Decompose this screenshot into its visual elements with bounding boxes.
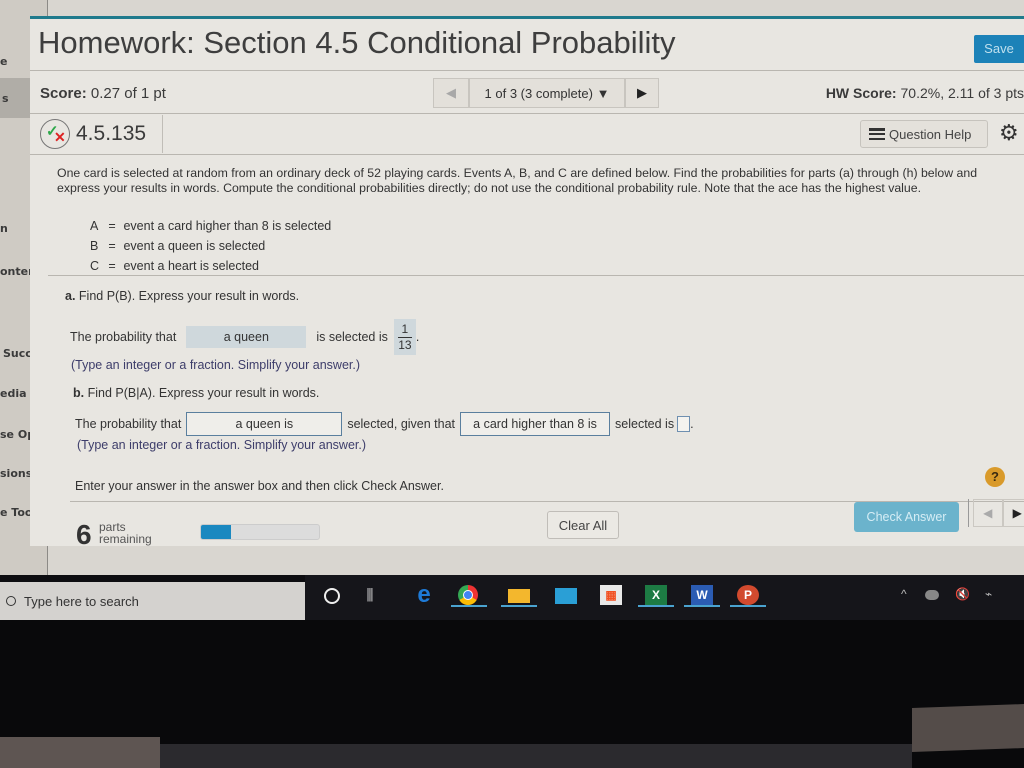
event-row: C = event a heart is selected	[90, 259, 259, 273]
score-label: Score:	[40, 85, 87, 102]
hw-score-value: 70.2%, 2.11 of 3 pts	[900, 85, 1024, 101]
progress-bar	[200, 524, 320, 540]
part-b-hint: (Type an integer or a fraction. Simplify…	[77, 438, 367, 452]
triangle-right-icon: ▶	[637, 85, 647, 100]
divider	[30, 154, 1024, 155]
search-icon	[6, 596, 16, 606]
part-a-fraction-answer[interactable]: 1 13	[393, 319, 416, 355]
taskbar-search[interactable]: Type here to search	[0, 582, 305, 620]
divider	[48, 275, 1024, 276]
tray-chevron-icon[interactable]: ^	[901, 587, 907, 601]
score: Score: 0.27 of 1 pt	[40, 85, 166, 102]
file-explorer-icon[interactable]	[508, 589, 530, 603]
save-button[interactable]: Save	[974, 35, 1024, 63]
next-question-button[interactable]: ▶	[625, 78, 659, 108]
sidebar-item[interactable]: e	[0, 55, 7, 68]
divider	[162, 115, 163, 153]
active-indicator	[730, 605, 766, 607]
screen: e s n ontents Success edia Librar se Opt…	[0, 0, 1024, 768]
help-icon[interactable]: ?	[985, 467, 1005, 487]
parts-remaining-count: 6	[76, 519, 92, 550]
store-icon[interactable]: ▦	[600, 585, 622, 605]
mail-icon[interactable]	[555, 588, 577, 604]
parts-remaining-label: parts remaining	[99, 520, 152, 546]
divider	[30, 70, 1024, 71]
next-button[interactable]: ▶	[1002, 499, 1024, 527]
event-row: B = event a queen is selected	[90, 239, 266, 253]
score-value: 0.27 of 1 pt	[90, 85, 166, 102]
question-help-label: Question Help	[889, 126, 972, 142]
task-view-icon[interactable]: ⫼	[359, 585, 381, 605]
part-b-phrase-input-2[interactable]: a card higher than 8 is	[460, 412, 611, 436]
excel-icon[interactable]: X	[645, 585, 667, 605]
clear-all-button[interactable]: Clear All	[547, 511, 619, 539]
network-icon[interactable]: ⌁	[985, 587, 992, 601]
dropdown-arrow-icon: ▼	[596, 85, 610, 101]
taskbar: ⫼ e ▦ X W P ^ 🔇 ⌁	[305, 575, 1024, 620]
cortana-icon[interactable]	[324, 588, 340, 604]
volume-muted-icon[interactable]: 🔇	[955, 587, 970, 601]
part-b-prompt: b. Find P(B|A). Express your result in w…	[73, 386, 320, 400]
denominator: 13	[398, 337, 412, 352]
active-indicator	[638, 605, 674, 607]
page-title: Homework: Section 4.5 Conditional Probab…	[38, 25, 676, 60]
part-b-answer-line: The probability that a queen is selected…	[75, 412, 694, 436]
homework-panel: Homework: Section 4.5 Conditional Probab…	[30, 16, 1024, 550]
desk	[160, 744, 912, 768]
event-definitions: A = event a card higher than 8 is selecte…	[90, 216, 331, 276]
instruction-text: Enter your answer in the answer box and …	[75, 479, 444, 493]
divider	[30, 113, 1024, 114]
question-help-button[interactable]: Question Help	[860, 120, 988, 148]
sidebar-item[interactable]: n	[0, 222, 8, 235]
sidebar-item-sessions[interactable]: sions	[0, 467, 32, 480]
active-indicator	[501, 605, 537, 607]
desk-object	[912, 704, 1024, 752]
part-a-phrase-answer[interactable]: a queen	[186, 326, 307, 348]
hw-score-label: HW Score:	[825, 85, 897, 101]
list-icon	[869, 128, 885, 140]
numerator: 1	[401, 321, 409, 336]
part-a-hint: (Type an integer or a fraction. Simplify…	[71, 358, 361, 372]
question-position: 1 of 3 (3 complete)	[484, 85, 593, 101]
desk-object	[0, 737, 160, 768]
question-number: 4.5.135	[76, 122, 147, 145]
question-id: ✓ ✕ 4.5.135	[40, 119, 146, 149]
word-icon[interactable]: W	[691, 585, 713, 605]
powerpoint-icon[interactable]: P	[737, 585, 759, 605]
footer-question-nav: ◀ ▶	[968, 499, 1024, 527]
footer: 6 parts remaining Clear All Check Answer …	[66, 499, 1024, 550]
check-answer-button[interactable]: Check Answer	[854, 502, 959, 532]
search-placeholder: Type here to search	[24, 593, 139, 609]
question-dropdown[interactable]: 1 of 3 (3 complete) ▼	[469, 78, 625, 108]
question-navigator: ◀ 1 of 3 (3 complete) ▼ ▶	[433, 78, 659, 108]
event-row: A = event a card higher than 8 is selecte…	[90, 219, 332, 233]
hw-score: HW Score: 70.2%, 2.11 of 3 pts	[826, 85, 1024, 101]
triangle-left-icon: ◀	[446, 85, 456, 100]
edge-icon[interactable]: e	[413, 581, 435, 608]
part-a-answer-line: The probability that a queen is selected…	[70, 319, 419, 355]
progress-fill	[201, 525, 231, 539]
chrome-icon[interactable]	[458, 585, 478, 605]
part-b-phrase-input-1[interactable]: a queen is	[186, 412, 343, 436]
prev-question-button[interactable]: ◀	[433, 78, 469, 108]
part-b-probability-input[interactable]	[677, 416, 691, 432]
active-indicator	[451, 605, 487, 607]
gear-icon[interactable]: ⚙	[999, 120, 1019, 146]
prev-button[interactable]: ◀	[973, 499, 1003, 527]
active-indicator	[684, 605, 720, 607]
problem-statement: One card is selected at random from an o…	[57, 166, 978, 195]
sidebar-item-label: s	[2, 92, 9, 105]
onedrive-icon[interactable]	[925, 590, 939, 600]
part-a-prompt: a. Find P(B). Express your result in wor…	[65, 289, 300, 303]
partial-correct-icon: ✓ ✕	[40, 119, 70, 149]
